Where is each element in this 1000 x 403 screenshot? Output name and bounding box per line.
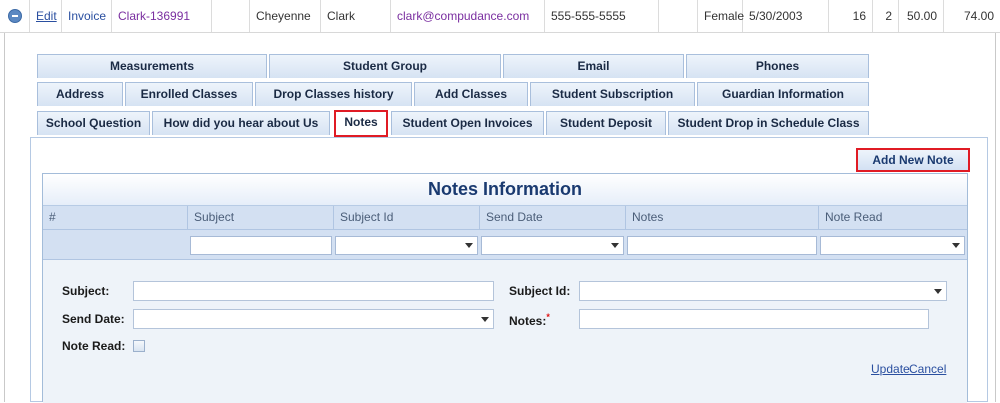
- cancel-link[interactable]: Cancel: [909, 362, 946, 376]
- tab-address[interactable]: Address: [37, 82, 123, 106]
- tab-add-classes[interactable]: Add Classes: [414, 82, 528, 106]
- expand-cell: [0, 0, 30, 32]
- empty-cell: [212, 0, 250, 32]
- notes-label: Notes:*: [509, 312, 550, 328]
- filter-note-read-select[interactable]: [820, 236, 965, 255]
- tab-student-drop-in[interactable]: Student Drop in Schedule Class: [668, 111, 869, 135]
- dropdown-arrow-icon[interactable]: [461, 237, 477, 254]
- dropdown-arrow-icon[interactable]: [948, 237, 964, 254]
- tab-phones[interactable]: Phones: [686, 54, 869, 78]
- subject-id-select[interactable]: [579, 281, 947, 301]
- filter-notes-input[interactable]: [627, 236, 817, 255]
- tab-email[interactable]: Email: [503, 54, 684, 78]
- column-header-subject[interactable]: Subject: [188, 206, 334, 229]
- send-date-label: Send Date:: [62, 312, 125, 326]
- tab-drop-classes-history[interactable]: Drop Classes history: [255, 82, 412, 106]
- amount2-cell: 74.00: [963, 9, 994, 23]
- filter-subject-input[interactable]: [190, 236, 332, 255]
- first-name-cell: Cheyenne: [250, 0, 321, 32]
- edit-cell: Edit: [30, 0, 62, 32]
- subject-input[interactable]: [133, 281, 494, 301]
- update-link[interactable]: Update: [871, 362, 910, 376]
- dob-cell: 5/30/2003: [743, 0, 829, 32]
- collapse-icon[interactable]: [8, 9, 22, 23]
- notes-input[interactable]: [579, 309, 929, 329]
- invoice-cell: Invoice: [62, 0, 112, 32]
- tab-student-open-invoices[interactable]: Student Open Invoices: [391, 111, 544, 135]
- add-new-note-button[interactable]: Add New Note: [856, 148, 970, 172]
- account-link[interactable]: Clark-136991: [118, 9, 190, 23]
- column-header-notes[interactable]: Notes: [626, 206, 819, 229]
- send-date-select[interactable]: [133, 309, 494, 329]
- age-cell: 16: [829, 0, 873, 32]
- grid-header-row: # Subject Subject Id Send Date Notes Not…: [43, 206, 967, 230]
- empty-cell: [659, 0, 698, 32]
- subject-label: Subject:: [62, 284, 110, 298]
- dropdown-arrow-icon[interactable]: [930, 283, 946, 300]
- column-header-note-read[interactable]: Note Read: [819, 206, 967, 229]
- tab-student-group[interactable]: Student Group: [269, 54, 501, 78]
- note-read-checkbox[interactable]: [133, 340, 145, 352]
- dropdown-arrow-icon[interactable]: [607, 237, 623, 254]
- email-link[interactable]: clark@compudance.com: [397, 9, 529, 23]
- amount1-cell: 50.00: [899, 0, 944, 32]
- column-header-number[interactable]: #: [43, 206, 188, 229]
- tab-measurements[interactable]: Measurements: [37, 54, 267, 78]
- required-marker: *: [546, 312, 550, 322]
- dropdown-arrow-icon[interactable]: [477, 311, 493, 328]
- gender-cell: Female: [698, 0, 744, 32]
- account-cell: Clark-136991: [112, 0, 212, 32]
- edit-link[interactable]: Edit: [36, 9, 57, 23]
- note-read-label: Note Read:: [62, 339, 126, 353]
- email-cell: clark@compudance.com: [391, 0, 545, 32]
- subject-id-label: Subject Id:: [509, 284, 571, 298]
- last-name-cell: Clark: [321, 0, 391, 32]
- tab-guardian-information[interactable]: Guardian Information: [697, 82, 869, 106]
- filter-send-date-select[interactable]: [481, 236, 624, 255]
- tab-enrolled-classes[interactable]: Enrolled Classes: [125, 82, 253, 106]
- phone-cell: 555-555-5555: [545, 0, 659, 32]
- column-header-send-date[interactable]: Send Date: [480, 206, 626, 229]
- count-cell: 2: [873, 0, 899, 32]
- tab-student-deposit[interactable]: Student Deposit: [546, 111, 666, 135]
- tab-how-did-you-hear[interactable]: How did you hear about Us: [152, 111, 330, 135]
- student-row: Edit Invoice Clark-136991 Cheyenne Clark…: [0, 0, 1000, 33]
- invoice-link[interactable]: Invoice: [68, 9, 106, 23]
- tab-student-subscription[interactable]: Student Subscription: [530, 82, 695, 106]
- grid-title: Notes Information: [43, 174, 967, 206]
- grid-filter-row: [43, 230, 967, 260]
- tab-school-question[interactable]: School Question: [37, 111, 150, 135]
- notes-label-text: Notes:: [509, 314, 547, 328]
- filter-subject-id-select[interactable]: [335, 236, 478, 255]
- tab-notes[interactable]: Notes: [334, 110, 388, 137]
- column-header-subject-id[interactable]: Subject Id: [334, 206, 480, 229]
